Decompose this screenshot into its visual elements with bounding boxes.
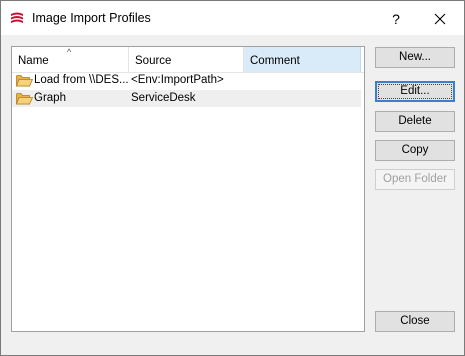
column-header-comment[interactable]: Comment [244,47,361,72]
row-source: <Env:ImportPath> [131,74,224,86]
row-comment [252,72,357,89]
close-icon [434,13,446,25]
folder-open-icon [16,72,34,89]
profiles-stack-icon [10,11,24,25]
open-folder-button[interactable]: Open Folder [375,169,455,190]
focus-ring [378,84,452,99]
new-button[interactable]: New... [375,47,455,68]
window-title: Image Import Profiles [32,11,151,25]
close-button[interactable]: Close [375,311,455,332]
list-item[interactable]: Graph ServiceDesk [12,90,361,107]
profiles-list[interactable]: ^ Name Source Comment Load from \\DES...… [11,46,365,332]
row-comment [252,90,357,107]
delete-button[interactable]: Delete [375,111,455,132]
sort-ascending-icon: ^ [67,47,72,57]
folder-open-icon [16,90,34,107]
edit-button[interactable]: Edit... [375,81,455,102]
list-item[interactable]: Load from \\DES... <Env:ImportPath> [12,72,361,89]
close-window-button[interactable] [429,9,451,29]
column-header-source[interactable]: Source [129,47,244,72]
column-header-name[interactable]: ^ Name [12,47,129,72]
title-bar: Image Import Profiles ? [1,1,464,35]
row-source: ServiceDesk [131,92,196,104]
list-header: ^ Name Source Comment [12,47,364,73]
row-name: Load from \\DES... [34,74,129,86]
copy-button[interactable]: Copy [375,140,455,161]
image-import-profiles-dialog: Image Import Profiles ? ^ Name Source Co… [0,0,465,356]
help-button[interactable]: ? [385,9,407,29]
row-name: Graph [34,92,66,104]
